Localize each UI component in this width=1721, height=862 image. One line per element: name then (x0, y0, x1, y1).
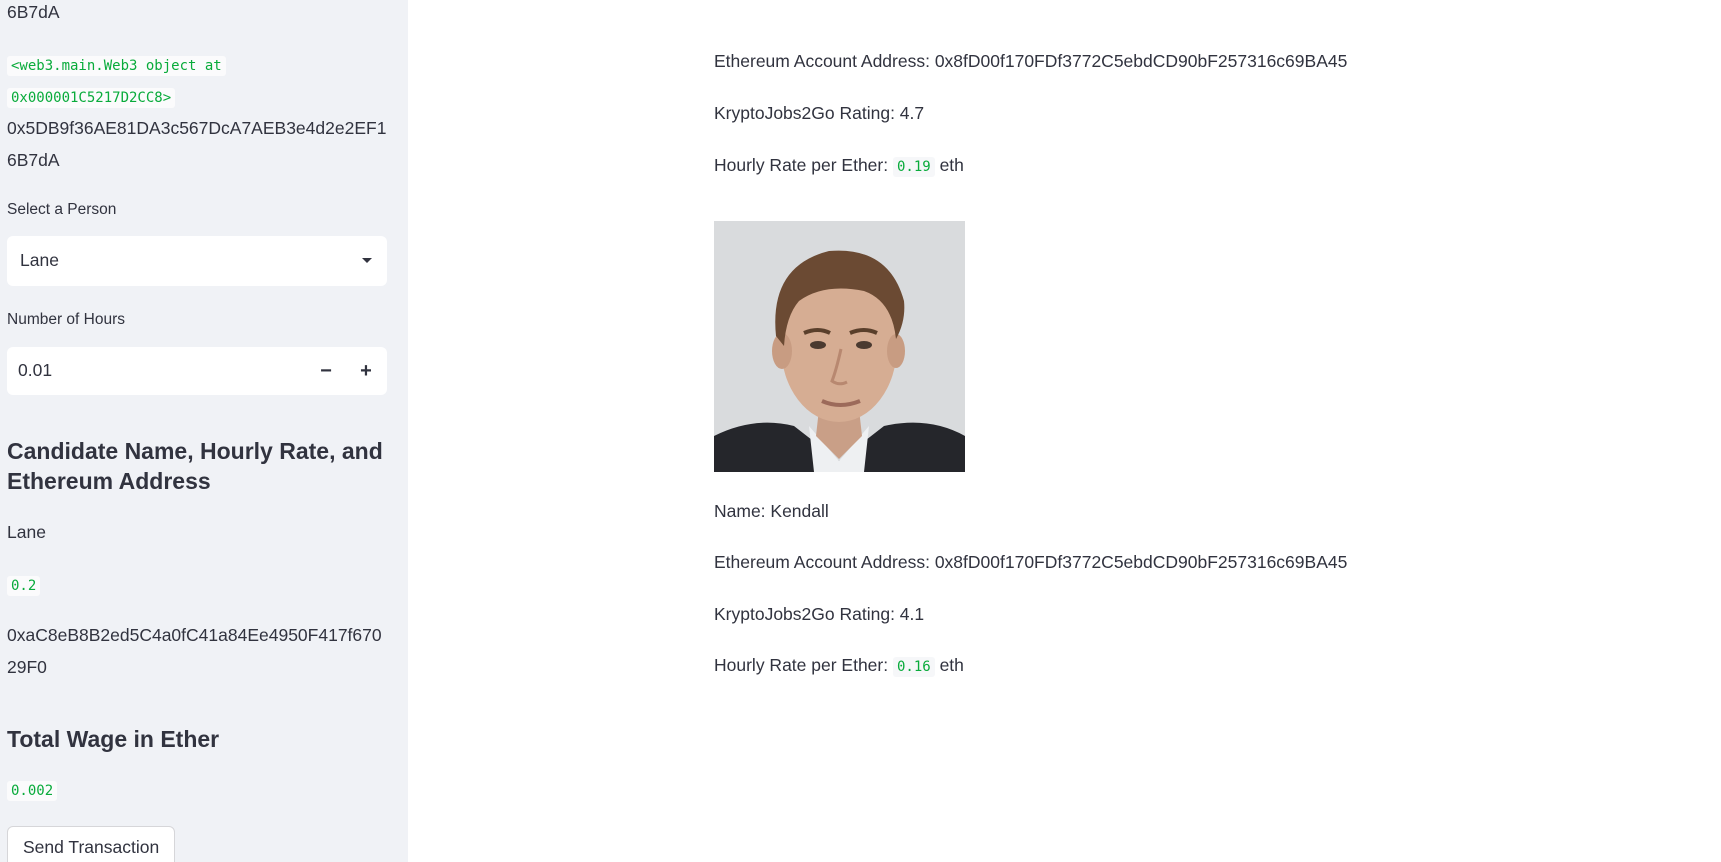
card1-rating: KryptoJobs2Go Rating: 4.7 (714, 103, 925, 123)
card2-rate-suffix: eth (939, 655, 964, 675)
select-person-dropdown[interactable]: Lane (7, 236, 387, 286)
account-address-line2: 6B7dA (7, 150, 60, 170)
candidate-address-line2: 29F0 (7, 657, 47, 677)
web3-object-text: <web3.main.Web3 object at 0x000001C5217D… (7, 50, 392, 114)
card1-rate-value: 0.19 (892, 157, 935, 177)
account-address: 0x5DB9f36AE81DA3c567DcA7AEB3e4d2e2EF1 6B… (7, 112, 392, 176)
web3-object-line1: <web3.main.Web3 object at (7, 56, 226, 76)
chevron-down-icon[interactable] (362, 258, 372, 263)
card1-hourly-rate: Hourly Rate per Ether: 0.19 eth (714, 153, 964, 179)
account-address-line1: 0x5DB9f36AE81DA3c567DcA7AEB3e4d2e2EF1 (7, 118, 387, 138)
card2-name: Name: Kendall (714, 501, 829, 521)
total-wage-heading: Total Wage in Ether (7, 726, 220, 752)
sidebar[interactable]: 6B7dA <web3.main.Web3 object at 0x000001… (0, 0, 408, 862)
candidate-photo (714, 221, 965, 472)
card2-rating: KryptoJobs2Go Rating: 4.1 (714, 604, 925, 624)
increment-button[interactable]: + (347, 347, 385, 395)
card1-rate-prefix: Hourly Rate per Ether: (714, 155, 889, 175)
top-address-tail: 6B7dA (7, 2, 60, 22)
candidate-heading: Candidate Name, Hourly Rate, and Ethereu… (7, 438, 383, 494)
card1-address: Ethereum Account Address: 0x8fD00f170FDf… (714, 51, 1348, 71)
card2-hourly-rate: Hourly Rate per Ether: 0.16 eth (714, 653, 964, 679)
total-wage-block: 0.002 (7, 775, 58, 807)
hours-input[interactable]: 0.01 (18, 360, 52, 381)
card2-rate-value: 0.16 (892, 657, 935, 677)
card2-address: Ethereum Account Address: 0x8fD00f170FDf… (714, 552, 1348, 572)
main-content: Ethereum Account Address: 0x8fD00f170FDf… (408, 0, 1721, 862)
candidate-address: 0xaC8eB8B2ed5C4a0fC41a84Ee4950F417f670 2… (7, 619, 392, 683)
candidate-rate: 0.2 (7, 576, 41, 596)
send-transaction-button[interactable]: Send Transaction (7, 826, 176, 862)
hours-stepper[interactable]: 0.01 − + (7, 347, 387, 395)
total-wage-value: 0.002 (7, 781, 58, 801)
portrait-image (714, 221, 965, 472)
candidate-address-line1: 0xaC8eB8B2ed5C4a0fC41a84Ee4950F417f670 (7, 625, 382, 645)
decrement-button[interactable]: − (307, 347, 345, 395)
candidate-rate-block: 0.2 (7, 570, 41, 602)
card1-rate-suffix: eth (939, 155, 964, 175)
app: 6B7dA <web3.main.Web3 object at 0x000001… (0, 0, 1721, 862)
select-person-label: Select a Person (7, 201, 117, 218)
card2-rate-prefix: Hourly Rate per Ether: (714, 655, 889, 675)
select-person-value: Lane (20, 250, 59, 270)
candidate-name: Lane (7, 522, 46, 542)
web3-object-line2: 0x000001C5217D2CC8> (7, 88, 176, 108)
hours-label: Number of Hours (7, 311, 126, 328)
